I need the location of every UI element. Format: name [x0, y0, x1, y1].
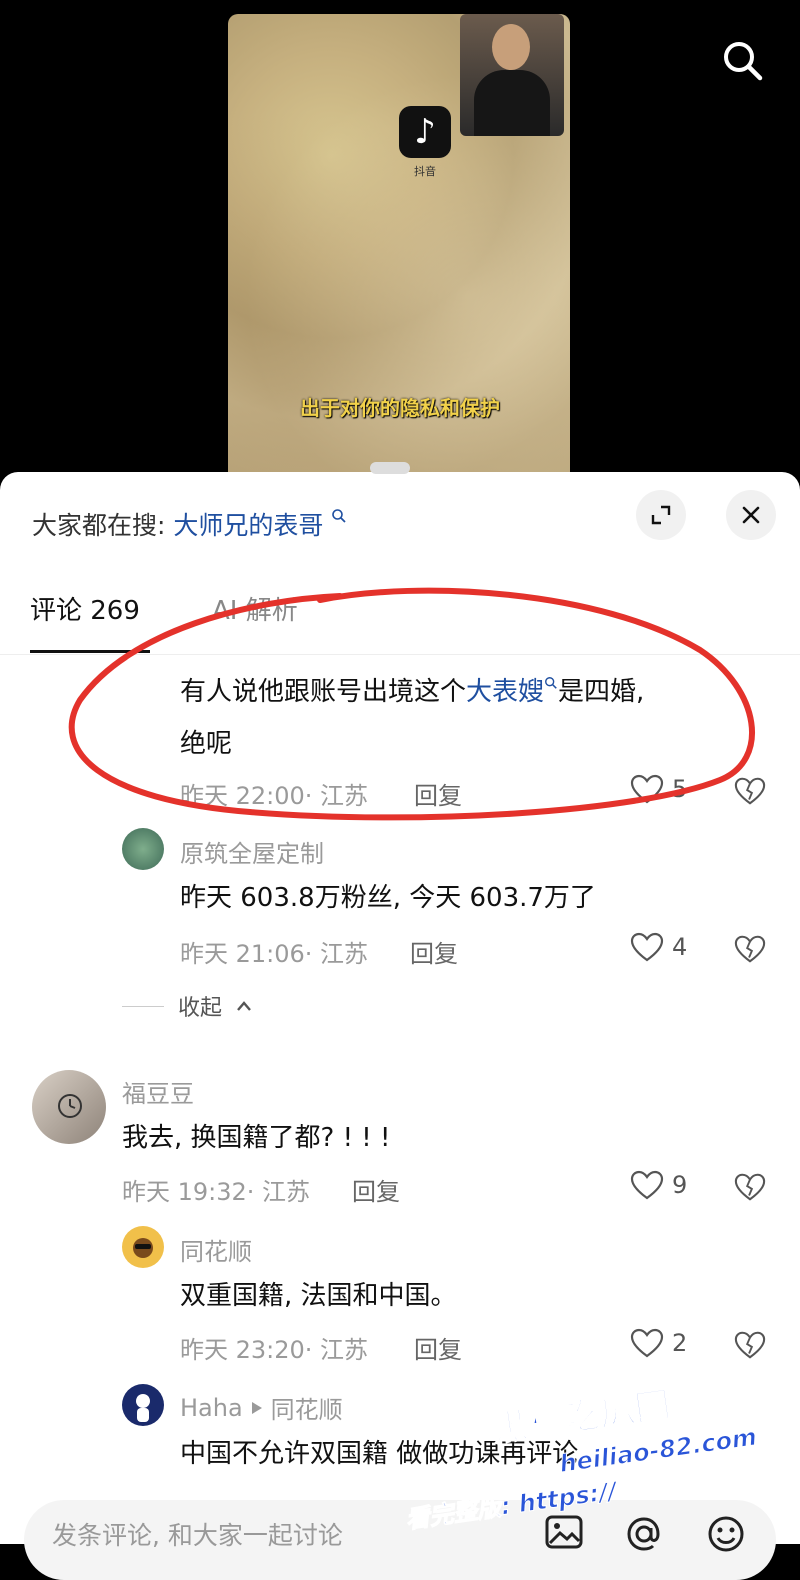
- comment-input-placeholder: 发条评论, 和大家一起讨论: [52, 1521, 343, 1550]
- image-icon[interactable]: [544, 1514, 584, 1550]
- emoji-icon[interactable]: [706, 1514, 746, 1554]
- red-annotation-circle: [68, 587, 755, 821]
- at-mention-icon[interactable]: [624, 1514, 664, 1554]
